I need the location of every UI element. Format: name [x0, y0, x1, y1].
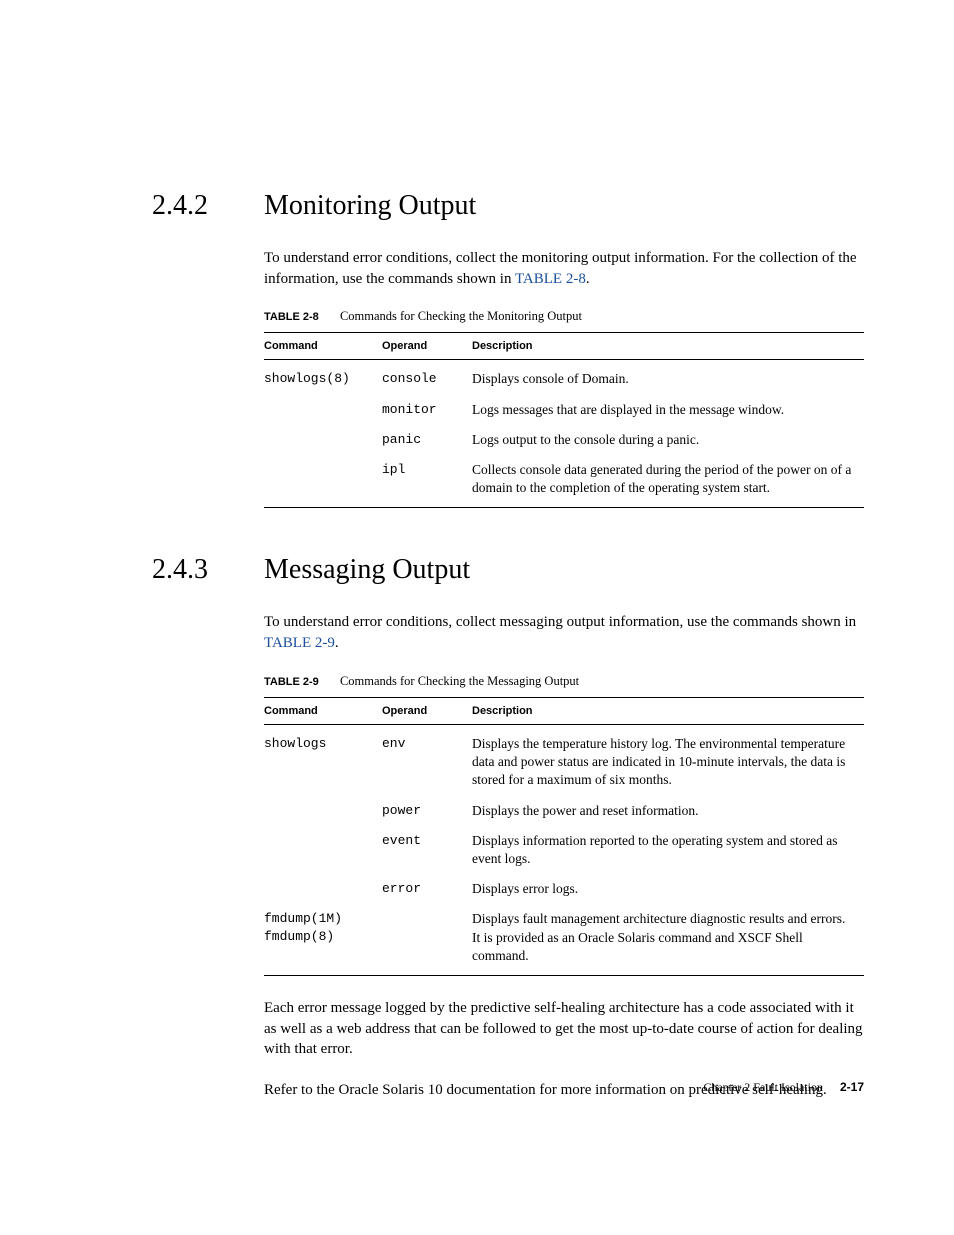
heading-number: 2.4.2 — [90, 190, 264, 222]
caption-table-2-9: TABLE 2-9 Commands for Checking the Mess… — [264, 674, 864, 689]
cell-description: Displays error logs. — [472, 874, 864, 904]
cell-operand: env — [382, 724, 472, 795]
heading-242: 2.4.2 Monitoring Output — [90, 190, 864, 222]
xref-table-2-8[interactable]: TABLE 2-8 — [515, 271, 586, 287]
cell-command — [264, 455, 382, 508]
cell-operand — [382, 904, 472, 975]
cell-description: Displays console of Domain. — [472, 360, 864, 395]
caption-label: TABLE 2-8 — [264, 311, 319, 323]
cell-command — [264, 395, 382, 425]
cell-description: Displays fault management architecture d… — [472, 904, 864, 975]
cell-command: showlogs(8) — [264, 360, 382, 395]
caption-label: TABLE 2-9 — [264, 676, 319, 688]
cell-command: fmdump(1M) fmdump(8) — [264, 904, 382, 975]
cell-description: Logs messages that are displayed in the … — [472, 395, 864, 425]
cell-operand: power — [382, 796, 472, 826]
heading-title: Monitoring Output — [264, 190, 476, 222]
text: To understand error conditions, collect … — [264, 614, 856, 630]
page-footer: Chapter 2 Fault Isolation 2-17 — [703, 1080, 864, 1095]
table-row: event Displays information reported to t… — [264, 826, 864, 874]
table-row: error Displays error logs. — [264, 874, 864, 904]
table-2-9: Command Operand Description showlogs env… — [264, 697, 864, 976]
caption-text: Commands for Checking the Monitoring Out… — [340, 309, 582, 323]
cell-command: showlogs — [264, 724, 382, 795]
heading-title: Messaging Output — [264, 554, 470, 586]
cell-command — [264, 826, 382, 874]
col-header-operand: Operand — [382, 333, 472, 360]
col-header-description: Description — [472, 333, 864, 360]
table-header-row: Command Operand Description — [264, 333, 864, 360]
table-row: showlogs(8) console Displays console of … — [264, 360, 864, 395]
col-header-command: Command — [264, 697, 382, 724]
cell-operand: ipl — [382, 455, 472, 508]
table-header-row: Command Operand Description — [264, 697, 864, 724]
cell-command — [264, 425, 382, 455]
cell-operand: console — [382, 360, 472, 395]
text: . — [586, 271, 590, 287]
intro-242: To understand error conditions, collect … — [264, 248, 864, 289]
body-243: To understand error conditions, collect … — [264, 612, 864, 1100]
body-242: To understand error conditions, collect … — [264, 248, 864, 508]
page: 2.4.2 Monitoring Output To understand er… — [0, 0, 954, 1235]
cell-description: Displays the temperature history log. Th… — [472, 724, 864, 795]
cell-description: Logs output to the console during a pani… — [472, 425, 864, 455]
cell-operand: panic — [382, 425, 472, 455]
table-row: fmdump(1M) fmdump(8) Displays fault mana… — [264, 904, 864, 975]
xref-table-2-9[interactable]: TABLE 2-9 — [264, 635, 335, 651]
table-row: panic Logs output to the console during … — [264, 425, 864, 455]
text: . — [335, 635, 339, 651]
cell-command — [264, 796, 382, 826]
table-row: ipl Collects console data generated duri… — [264, 455, 864, 508]
caption-table-2-8: TABLE 2-8 Commands for Checking the Moni… — [264, 309, 864, 324]
col-header-description: Description — [472, 697, 864, 724]
cell-operand: monitor — [382, 395, 472, 425]
heading-243: 2.4.3 Messaging Output — [90, 554, 864, 586]
table-2-8: Command Operand Description showlogs(8) … — [264, 332, 864, 508]
cell-description: Displays the power and reset information… — [472, 796, 864, 826]
cmd-line: fmdump(8) — [264, 929, 334, 944]
cell-operand: error — [382, 874, 472, 904]
intro-243: To understand error conditions, collect … — [264, 612, 864, 653]
footer-page-number: 2-17 — [840, 1080, 864, 1094]
table-row: power Displays the power and reset infor… — [264, 796, 864, 826]
table-row: monitor Logs messages that are displayed… — [264, 395, 864, 425]
table-row: showlogs env Displays the temperature hi… — [264, 724, 864, 795]
cell-description: Displays information reported to the ope… — [472, 826, 864, 874]
cell-command — [264, 874, 382, 904]
caption-text: Commands for Checking the Messaging Outp… — [340, 674, 579, 688]
heading-number: 2.4.3 — [90, 554, 264, 586]
cmd-line: fmdump(1M) — [264, 911, 342, 926]
cell-operand: event — [382, 826, 472, 874]
col-header-operand: Operand — [382, 697, 472, 724]
col-header-command: Command — [264, 333, 382, 360]
trailing-p1: Each error message logged by the predict… — [264, 998, 864, 1060]
cell-description: Collects console data generated during t… — [472, 455, 864, 508]
footer-chapter: Chapter 2 Fault Isolation — [703, 1080, 823, 1094]
